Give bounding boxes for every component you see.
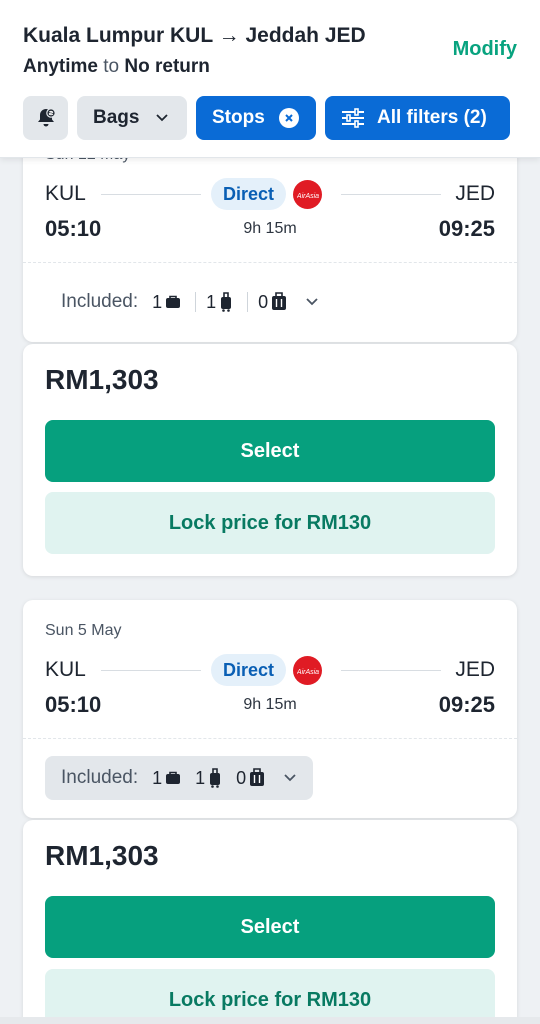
date-from: Anytime [23, 56, 98, 77]
destination-code: JED [455, 658, 495, 681]
price: RM1,303 [45, 840, 159, 871]
route-line-right [341, 194, 441, 195]
carry-on: 1 [195, 768, 222, 789]
flight-date: Sun 5 May [45, 622, 122, 639]
lock-price-button[interactable]: Lock price for RM130 [45, 492, 495, 554]
bags-filter[interactable]: Bags [77, 96, 187, 140]
lock-price-button[interactable]: Lock price for RM130 [45, 969, 495, 1024]
personal-item-icon [166, 771, 181, 784]
bottom-bar [0, 1017, 540, 1024]
chevron-down-icon [284, 774, 296, 782]
checked-bag: 0 [236, 768, 265, 789]
personal-item: 1 [152, 768, 181, 789]
stops-filter[interactable]: Stops [196, 96, 316, 140]
select-button[interactable]: Select [45, 420, 495, 482]
airasia-logo: AirAsia [293, 180, 322, 209]
date-summary: Anytime to No return [23, 56, 210, 78]
svg-text:AirAsia: AirAsia [297, 669, 319, 676]
carry-on-icon [210, 768, 221, 788]
direct-badge: Direct [211, 654, 287, 686]
close-circle-icon[interactable] [278, 108, 299, 128]
sliders-icon [341, 108, 365, 128]
route-line-right [341, 670, 441, 671]
included-label: Included: [61, 767, 139, 788]
destination-code: JED [455, 182, 495, 205]
date-return: No return [124, 56, 210, 77]
all-filters-label: All filters (2) [377, 107, 487, 128]
checked-bag: 0 [258, 292, 287, 313]
divider [23, 738, 517, 739]
stops-filter-label: Stops [212, 107, 265, 128]
date-to-word: to [103, 56, 120, 77]
price-alert-button[interactable] [23, 96, 68, 140]
bag-divider [247, 292, 249, 312]
included-label: Included: [61, 291, 139, 312]
select-button[interactable]: Select [45, 896, 495, 958]
search-header: Kuala Lumpur KUL → Jeddah JED Anytime to… [0, 0, 540, 158]
route-line-left [101, 670, 201, 671]
price-alert-icon [37, 108, 56, 127]
price: RM1,303 [45, 364, 159, 395]
flight-card[interactable]: Sun 5 May KUL Direct AirAsia JED 05:10 9… [23, 600, 517, 818]
route-title: Kuala Lumpur KUL → Jeddah JED [23, 24, 366, 47]
carry-on: 1 [206, 292, 233, 313]
svg-text:AirAsia: AirAsia [297, 193, 319, 200]
bag-divider [195, 292, 197, 312]
arrive-time: 09:25 [438, 692, 495, 717]
divider [23, 262, 517, 263]
carry-on-icon [221, 292, 232, 312]
route-line-left [101, 194, 201, 195]
checked-bag-icon [272, 292, 287, 310]
all-filters-button[interactable]: All filters (2) [325, 96, 510, 140]
modify-link[interactable]: Modify [453, 38, 517, 61]
personal-item-icon [166, 295, 181, 308]
arrive-time: 09:25 [438, 216, 495, 241]
airasia-logo: AirAsia [293, 656, 322, 685]
chevron-down-icon [155, 113, 169, 123]
price-card: RM1,303 Select Lock price for RM130 [23, 820, 517, 1024]
price-card: RM1,303 Select Lock price for RM130 [23, 344, 517, 576]
included-bags[interactable]: Included: 1 1 0 [45, 756, 314, 800]
origin-code: KUL [45, 182, 86, 205]
checked-bag-icon [250, 768, 265, 786]
chevron-down-icon [306, 298, 318, 306]
origin-code: KUL [45, 658, 86, 681]
included-bags[interactable]: Included: 1 1 0 [45, 280, 335, 324]
filter-bar: Bags Stops All filters (2) [23, 96, 510, 140]
direct-badge: Direct [211, 178, 287, 210]
personal-item: 1 [152, 292, 181, 313]
bags-filter-label: Bags [93, 107, 140, 128]
